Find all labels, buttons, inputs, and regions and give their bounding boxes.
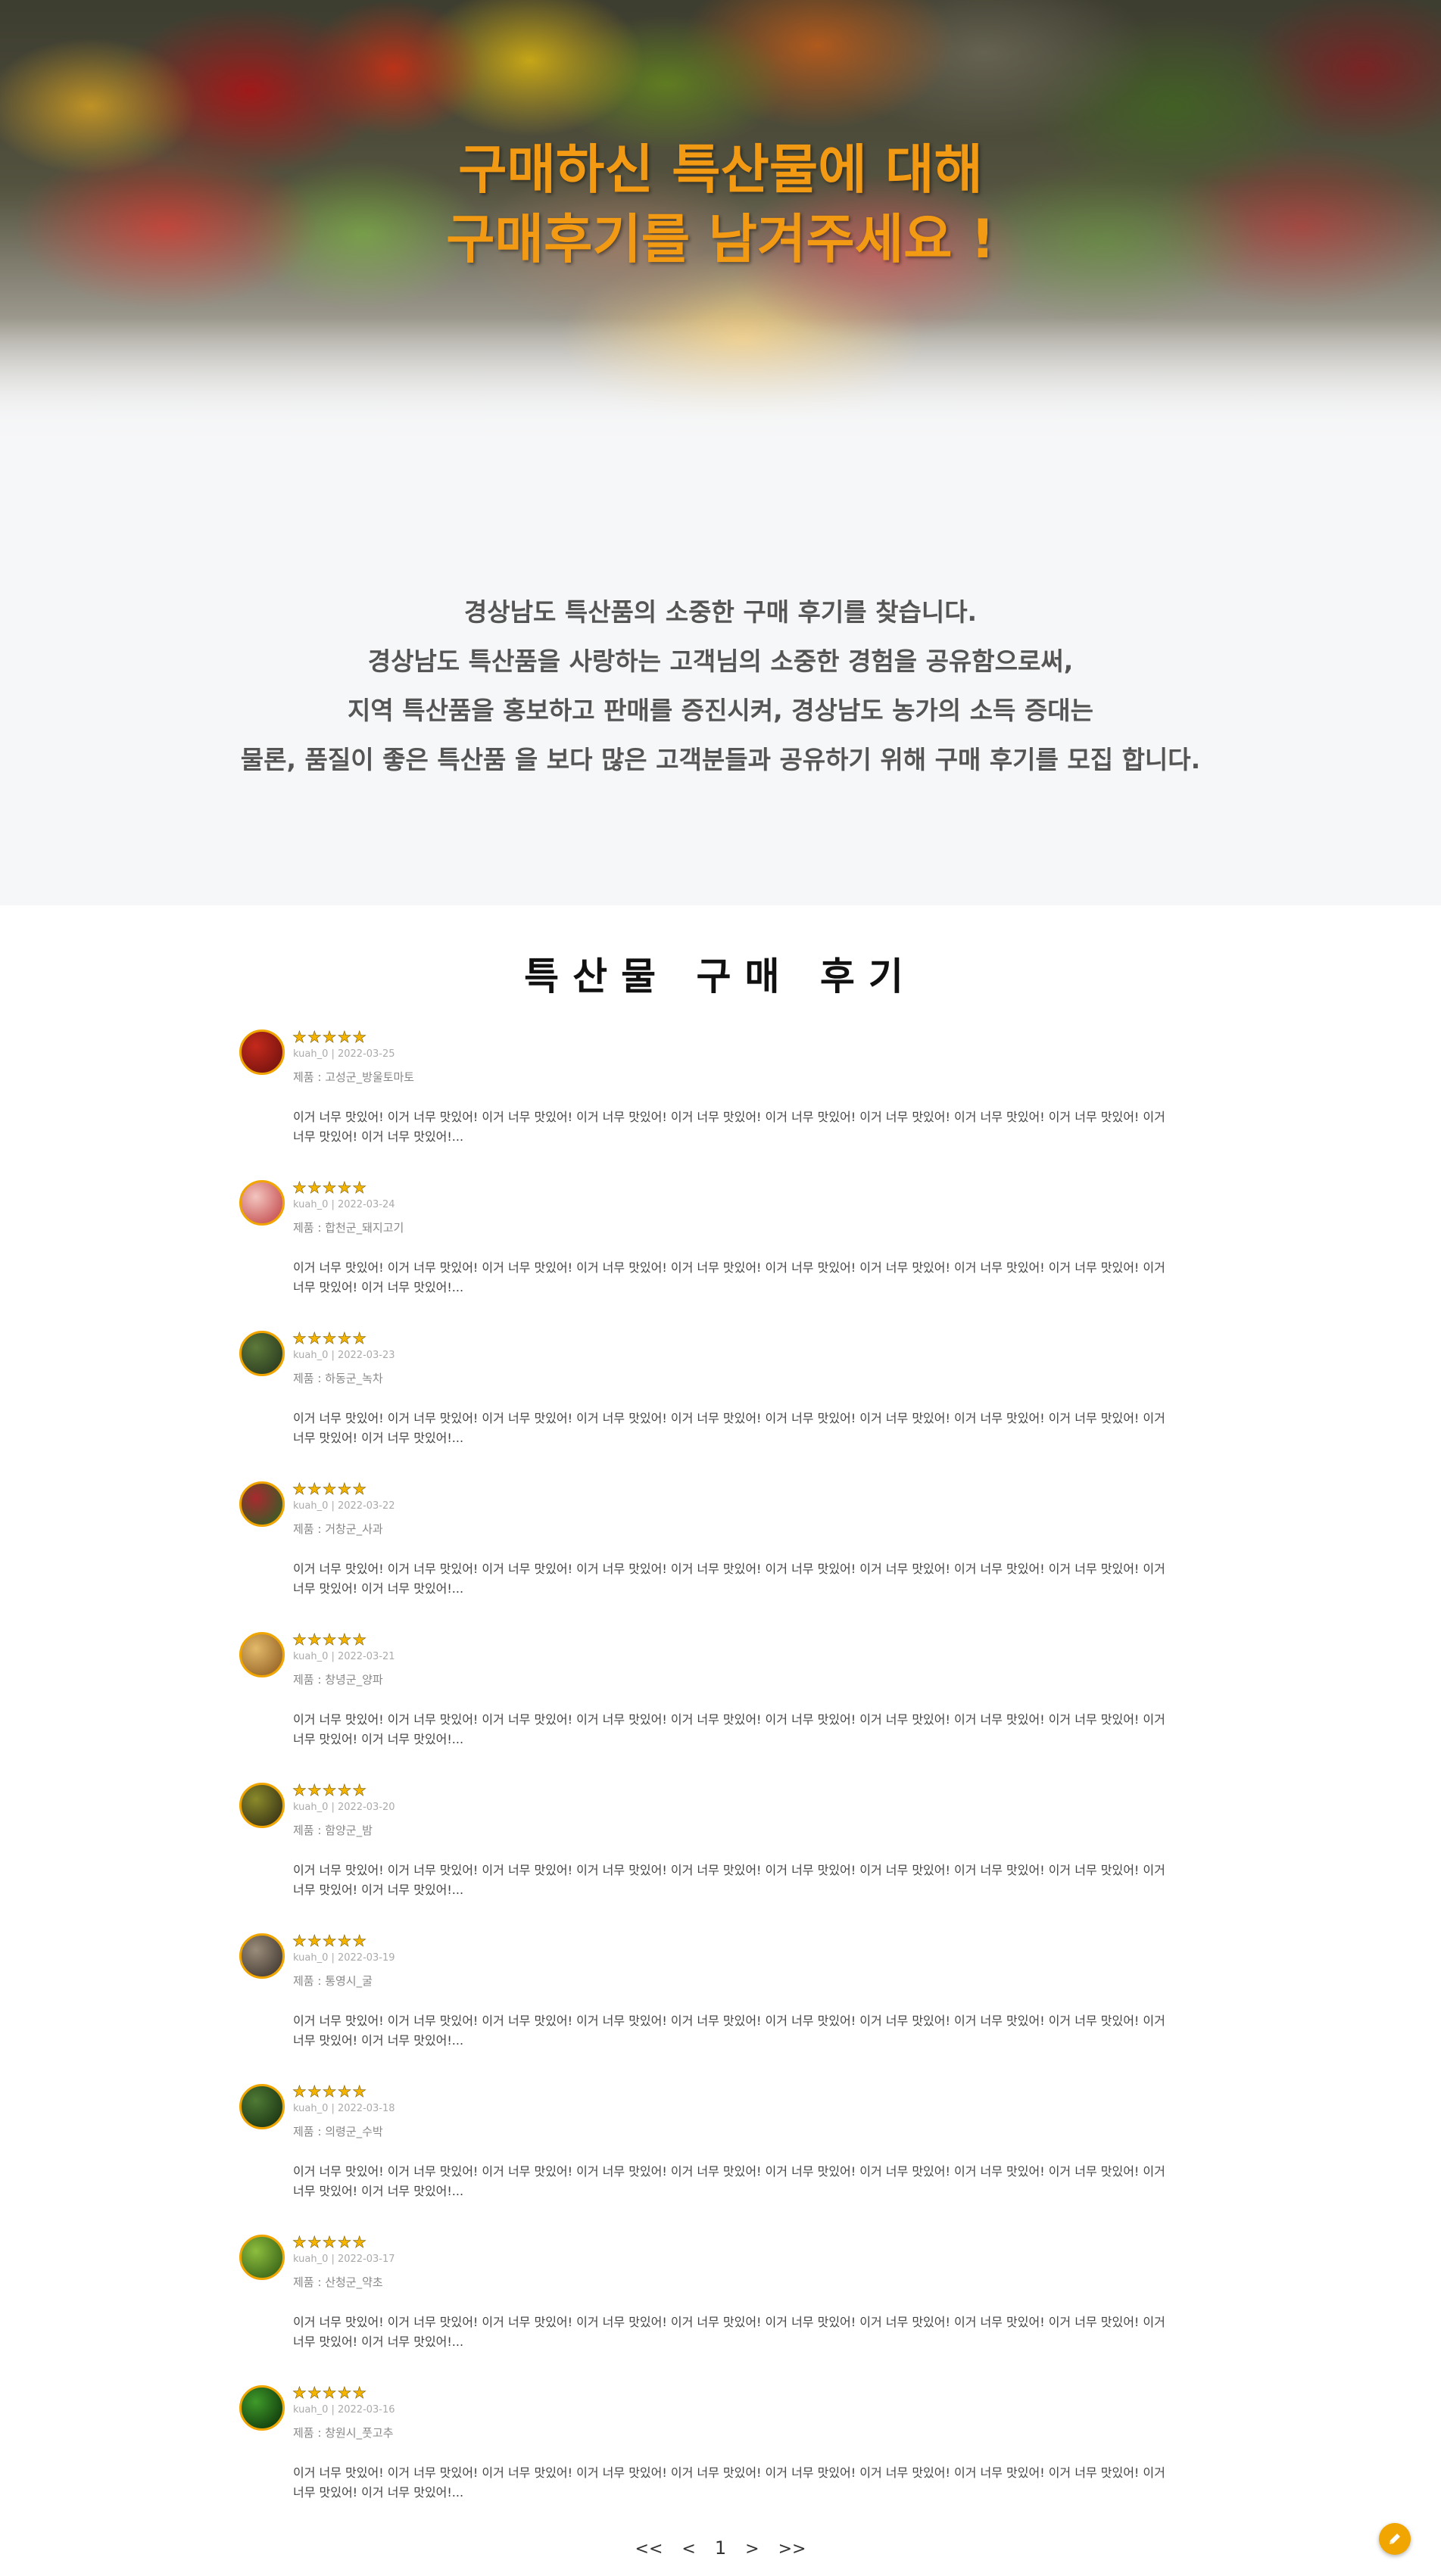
herb-icon — [239, 2235, 285, 2280]
review-meta: kuah_0 | 2022-03-25 — [293, 1048, 395, 1060]
star-rating: ★★★★★ — [292, 1631, 368, 1649]
hero-title-line2: 구매후기를 남겨주세요 ! — [446, 208, 995, 270]
star-rating: ★★★★★ — [292, 1781, 368, 1800]
review-item[interactable]: ★★★★★ kuah_0 | 2022-03-23 제품 : 하동군_녹차 이거… — [239, 1329, 1193, 1481]
green-pepper-icon — [239, 2385, 285, 2431]
review-product: 제품 : 창녕군_양파 — [293, 1673, 383, 1687]
hero-banner: 구매하신 특산물에 대해 구매후기를 남겨주세요 ! — [0, 0, 1441, 454]
review-meta: kuah_0 | 2022-03-19 — [293, 1952, 395, 1964]
review-body[interactable]: 이거 너무 맛있어! 이거 너무 맛있어! 이거 너무 맛있어! 이거 너무 맛… — [293, 2011, 1179, 2051]
watermelon-icon — [239, 2084, 285, 2129]
review-item[interactable]: ★★★★★ kuah_0 | 2022-03-16 제품 : 창원시_풋고추 이… — [239, 2384, 1193, 2536]
review-body[interactable]: 이거 너무 맛있어! 이거 너무 맛있어! 이거 너무 맛있어! 이거 너무 맛… — [293, 2313, 1179, 2352]
review-body[interactable]: 이거 너무 맛있어! 이거 너무 맛있어! 이거 너무 맛있어! 이거 너무 맛… — [293, 2463, 1179, 2503]
review-body[interactable]: 이거 너무 맛있어! 이거 너무 맛있어! 이거 너무 맛있어! 이거 너무 맛… — [293, 1559, 1179, 1599]
review-item[interactable]: ★★★★★ kuah_0 | 2022-03-25 제품 : 고성군_방울토마토… — [239, 1028, 1193, 1180]
next-page-button[interactable]: > — [745, 2540, 759, 2559]
review-body[interactable]: 이거 너무 맛있어! 이거 너무 맛있어! 이거 너무 맛있어! 이거 너무 맛… — [293, 1861, 1179, 1900]
review-meta: kuah_0 | 2022-03-20 — [293, 1802, 395, 1813]
review-meta: kuah_0 | 2022-03-18 — [293, 2103, 395, 2114]
pork-icon — [239, 1180, 285, 1226]
review-body[interactable]: 이거 너무 맛있어! 이거 너무 맛있어! 이거 너무 맛있어! 이거 너무 맛… — [293, 1710, 1179, 1749]
review-meta: kuah_0 | 2022-03-24 — [293, 1199, 395, 1210]
review-product: 제품 : 합천군_돼지고기 — [293, 1221, 404, 1235]
review-product: 제품 : 창원시_풋고추 — [293, 2426, 394, 2440]
star-rating: ★★★★★ — [292, 1480, 368, 1499]
intro-section: 경상남도 특산품의 소중한 구매 후기를 찾습니다. 경상남도 특산품을 사랑하… — [0, 454, 1441, 905]
star-rating: ★★★★★ — [292, 1329, 368, 1348]
apple-icon — [239, 1481, 285, 1527]
write-review-button[interactable] — [1379, 2523, 1411, 2555]
review-body[interactable]: 이거 너무 맛있어! 이거 너무 맛있어! 이거 너무 맛있어! 이거 너무 맛… — [293, 2162, 1179, 2201]
review-meta: kuah_0 | 2022-03-21 — [293, 1651, 395, 1662]
chestnut-icon — [239, 1783, 285, 1828]
review-item[interactable]: ★★★★★ kuah_0 | 2022-03-24 제품 : 합천군_돼지고기 … — [239, 1179, 1193, 1331]
page-number-current[interactable]: 1 — [715, 2537, 726, 2559]
reviews-section-title: 특산물 구매 후기 — [524, 955, 917, 998]
review-body[interactable]: 이거 너무 맛있어! 이거 너무 맛있어! 이거 너무 맛있어! 이거 너무 맛… — [293, 1107, 1179, 1147]
review-product: 제품 : 산청군_약초 — [293, 2275, 383, 2289]
hero-title-line1: 구매하신 특산물에 대해 — [458, 139, 983, 201]
pencil-icon — [1390, 2534, 1400, 2544]
review-product: 제품 : 함양군_밤 — [293, 1824, 373, 1837]
star-rating: ★★★★★ — [292, 1028, 368, 1047]
intro-line-4: 물론, 품질이 좋은 특산품 을 보다 많은 고객분들과 공유하기 위해 구매 … — [240, 745, 1201, 774]
pagination: << < 1 > >> — [0, 2537, 1441, 2559]
cherry-tomato-icon — [239, 1029, 285, 1075]
oyster-icon — [239, 1933, 285, 1979]
review-item[interactable]: ★★★★★ kuah_0 | 2022-03-21 제품 : 창녕군_양파 이거… — [239, 1631, 1193, 1783]
review-meta: kuah_0 | 2022-03-17 — [293, 2254, 395, 2265]
intro-line-1: 경상남도 특산품의 소중한 구매 후기를 찾습니다. — [463, 597, 978, 627]
onion-icon — [239, 1632, 285, 1677]
review-meta: kuah_0 | 2022-03-22 — [293, 1500, 395, 1512]
review-item[interactable]: ★★★★★ kuah_0 | 2022-03-18 제품 : 의령군_수박 이거… — [239, 2082, 1193, 2235]
review-product: 제품 : 거창군_사과 — [293, 1522, 383, 1536]
review-product: 제품 : 통영시_굴 — [293, 1974, 373, 1988]
review-body[interactable]: 이거 너무 맛있어! 이거 너무 맛있어! 이거 너무 맛있어! 이거 너무 맛… — [293, 1258, 1179, 1297]
review-body[interactable]: 이거 너무 맛있어! 이거 너무 맛있어! 이거 너무 맛있어! 이거 너무 맛… — [293, 1409, 1179, 1448]
star-rating: ★★★★★ — [292, 2233, 368, 2252]
first-page-button[interactable]: << — [635, 2540, 663, 2559]
last-page-button[interactable]: >> — [778, 2540, 806, 2559]
intro-line-3: 지역 특산품을 홍보하고 판매를 증진시켜, 경상남도 농가의 소득 증대는 — [348, 696, 1093, 725]
review-item[interactable]: ★★★★★ kuah_0 | 2022-03-17 제품 : 산청군_약초 이거… — [239, 2233, 1193, 2385]
review-item[interactable]: ★★★★★ kuah_0 | 2022-03-20 제품 : 함양군_밤 이거 … — [239, 1781, 1193, 1933]
review-item[interactable]: ★★★★★ kuah_0 | 2022-03-19 제품 : 통영시_굴 이거 … — [239, 1932, 1193, 2084]
review-product: 제품 : 의령군_수박 — [293, 2125, 383, 2138]
green-tea-icon — [239, 1331, 285, 1376]
review-item[interactable]: ★★★★★ kuah_0 | 2022-03-22 제품 : 거창군_사과 이거… — [239, 1480, 1193, 1632]
intro-line-2: 경상남도 특산품을 사랑하는 고객님의 소중한 경험을 공유함으로써, — [367, 646, 1074, 676]
review-product: 제품 : 하동군_녹차 — [293, 1372, 383, 1385]
star-rating: ★★★★★ — [292, 2082, 368, 2101]
prev-page-button[interactable]: < — [682, 2540, 695, 2559]
review-meta: kuah_0 | 2022-03-16 — [293, 2404, 395, 2416]
star-rating: ★★★★★ — [292, 1179, 368, 1198]
review-meta: kuah_0 | 2022-03-23 — [293, 1350, 395, 1361]
star-rating: ★★★★★ — [292, 1932, 368, 1951]
review-product: 제품 : 고성군_방울토마토 — [293, 1070, 415, 1084]
star-rating: ★★★★★ — [292, 2384, 368, 2403]
